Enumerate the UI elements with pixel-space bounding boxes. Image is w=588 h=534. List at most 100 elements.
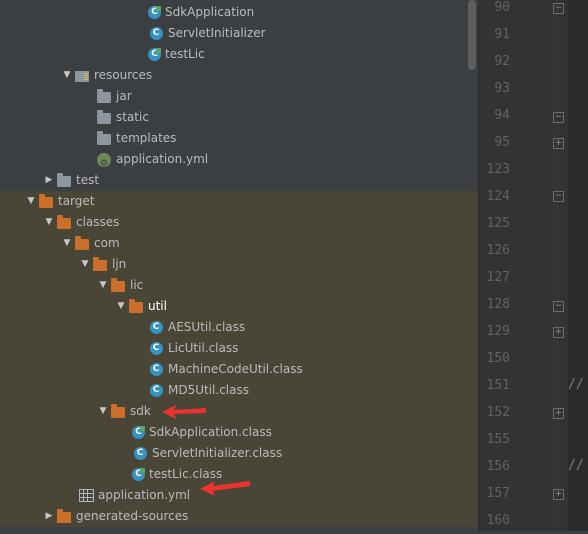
fold-expand-icon[interactable]: + <box>553 138 564 149</box>
tree-item-label: application.yml <box>98 488 191 502</box>
line-number: 123 <box>486 162 510 177</box>
line-number: 157 <box>486 486 510 501</box>
tree-item-label: MD5Util.class <box>168 383 249 397</box>
expand-down-icon[interactable]: ▼ <box>96 401 110 422</box>
line-number: 127 <box>486 270 510 285</box>
tree-item-label: target <box>58 194 95 208</box>
tree-item-label: lic <box>130 278 144 292</box>
expand-down-icon[interactable]: ▼ <box>60 233 74 254</box>
line-number: 152 <box>486 405 510 420</box>
folder-icon <box>56 173 72 189</box>
tree-row[interactable]: ▶ test <box>0 170 478 191</box>
class-icon: C <box>148 383 164 399</box>
expand-down-icon[interactable]: ▼ <box>42 212 56 233</box>
fold-expand-icon[interactable]: + <box>553 408 564 419</box>
tree-row[interactable]: static <box>0 107 478 128</box>
line-number: 93 <box>494 81 510 96</box>
collapse-right-icon[interactable]: ▶ <box>42 170 56 191</box>
folder-orange-icon <box>128 299 144 315</box>
tree-row[interactable]: ▼ com <box>0 233 478 254</box>
folder-orange-icon <box>56 215 72 231</box>
line-number: 160 <box>486 513 510 528</box>
gutter-separator <box>557 0 558 531</box>
tree-row[interactable]: ▼ ljn <box>0 254 478 275</box>
tree-row[interactable]: C ServletInitializer.class <box>0 443 478 464</box>
tree-row[interactable]: ▼ util <box>0 296 478 317</box>
fold-collapse-icon[interactable]: − <box>553 112 564 123</box>
folder-orange-icon <box>74 236 90 252</box>
line-number: 91 <box>494 27 510 42</box>
tree-item-label: static <box>116 110 149 124</box>
tree-item-label: test <box>76 173 100 187</box>
class-run-icon: C <box>148 6 161 19</box>
class-icon: C <box>148 26 164 42</box>
fold-collapse-icon[interactable]: − <box>553 3 564 14</box>
line-number: 126 <box>486 243 510 258</box>
expand-down-icon[interactable]: ▼ <box>114 296 128 317</box>
line-number: 92 <box>494 54 510 69</box>
expand-down-icon[interactable]: ▼ <box>60 65 74 86</box>
tree-row[interactable]: ▶ generated-sources <box>0 506 478 527</box>
tree-row[interactable]: C SdkApplication.class <box>0 422 478 443</box>
expand-down-icon[interactable]: ▼ <box>78 254 92 275</box>
class-icon: C <box>148 341 164 357</box>
tree-item-label: com <box>94 236 120 250</box>
expand-down-icon[interactable]: ▼ <box>96 275 110 296</box>
tree-row[interactable]: ▼ lic <box>0 275 478 296</box>
fold-collapse-icon[interactable]: − <box>553 191 564 202</box>
line-number: 150 <box>486 351 510 366</box>
tree-row[interactable]: templates <box>0 128 478 149</box>
fold-expand-icon[interactable]: + <box>553 327 564 338</box>
class-icon: C <box>132 446 148 462</box>
tree-item-label: ljn <box>112 257 127 271</box>
tree-item-label: generated-sources <box>76 509 189 523</box>
folder-orange-icon <box>110 278 126 294</box>
folder-orange-icon <box>38 194 54 210</box>
folder-icon <box>96 131 112 147</box>
line-number: 151 <box>486 378 510 393</box>
tree-row[interactable]: C SdkApplication <box>0 2 478 23</box>
tree-item-label: application.yml <box>116 152 209 166</box>
tree-item-label: AESUtil.class <box>168 320 246 334</box>
tree-row[interactable]: C MD5Util.class <box>0 380 478 401</box>
folder-icon <box>96 89 112 105</box>
tree-row[interactable]: ▼ sdk <box>0 401 478 422</box>
tree-item-label: util <box>148 299 167 313</box>
tree-item-label: MachineCodeUtil.class <box>168 362 303 376</box>
comment-marker: // <box>568 377 584 392</box>
tree-item-label: testLic <box>165 47 205 61</box>
tree-row[interactable]: application.yml <box>0 149 478 175</box>
annotation-arrow-sdk <box>162 405 206 419</box>
line-number: 90 <box>494 0 510 15</box>
tree-row[interactable]: C ServletInitializer <box>0 23 478 44</box>
tree-row[interactable]: C MachineCodeUtil.class <box>0 359 478 380</box>
tree-row[interactable]: CtestLic <box>0 44 478 65</box>
tree-item-label: sdk <box>130 404 151 418</box>
tree-row[interactable]: C AESUtil.class <box>0 317 478 338</box>
line-number: 129 <box>486 324 510 339</box>
resources-folder-icon <box>74 68 90 84</box>
tree-scrollbar[interactable] <box>468 0 476 70</box>
line-number: 95 <box>494 135 510 150</box>
line-number: 124 <box>486 189 510 204</box>
tree-item-label: classes <box>76 215 120 229</box>
tree-row[interactable]: ▼ resources <box>0 65 478 86</box>
editor-area[interactable] <box>568 0 588 531</box>
tree-item-label: LicUtil.class <box>168 341 239 355</box>
folder-orange-icon <box>56 509 72 525</box>
grid-file-icon <box>78 488 94 504</box>
project-tree: C SdkApplication C ServletInitializer CtestL… <box>0 0 478 531</box>
tree-item-label: jar <box>116 89 132 103</box>
line-number: 156 <box>486 459 510 474</box>
tree-row[interactable]: ▼ classes <box>0 212 478 233</box>
fold-collapse-icon[interactable]: − <box>553 301 564 312</box>
tree-row[interactable]: C LicUtil.class <box>0 338 478 359</box>
collapse-right-icon[interactable]: ▶ <box>42 506 56 527</box>
tree-row[interactable]: ▼ target <box>0 191 478 212</box>
fold-expand-icon[interactable]: + <box>553 489 564 500</box>
expand-down-icon[interactable]: ▼ <box>24 191 38 212</box>
line-number: 94 <box>494 108 510 123</box>
annotation-arrow-application-yml <box>200 481 250 496</box>
tree-row[interactable]: jar <box>0 86 478 107</box>
comment-marker: // <box>568 458 584 473</box>
